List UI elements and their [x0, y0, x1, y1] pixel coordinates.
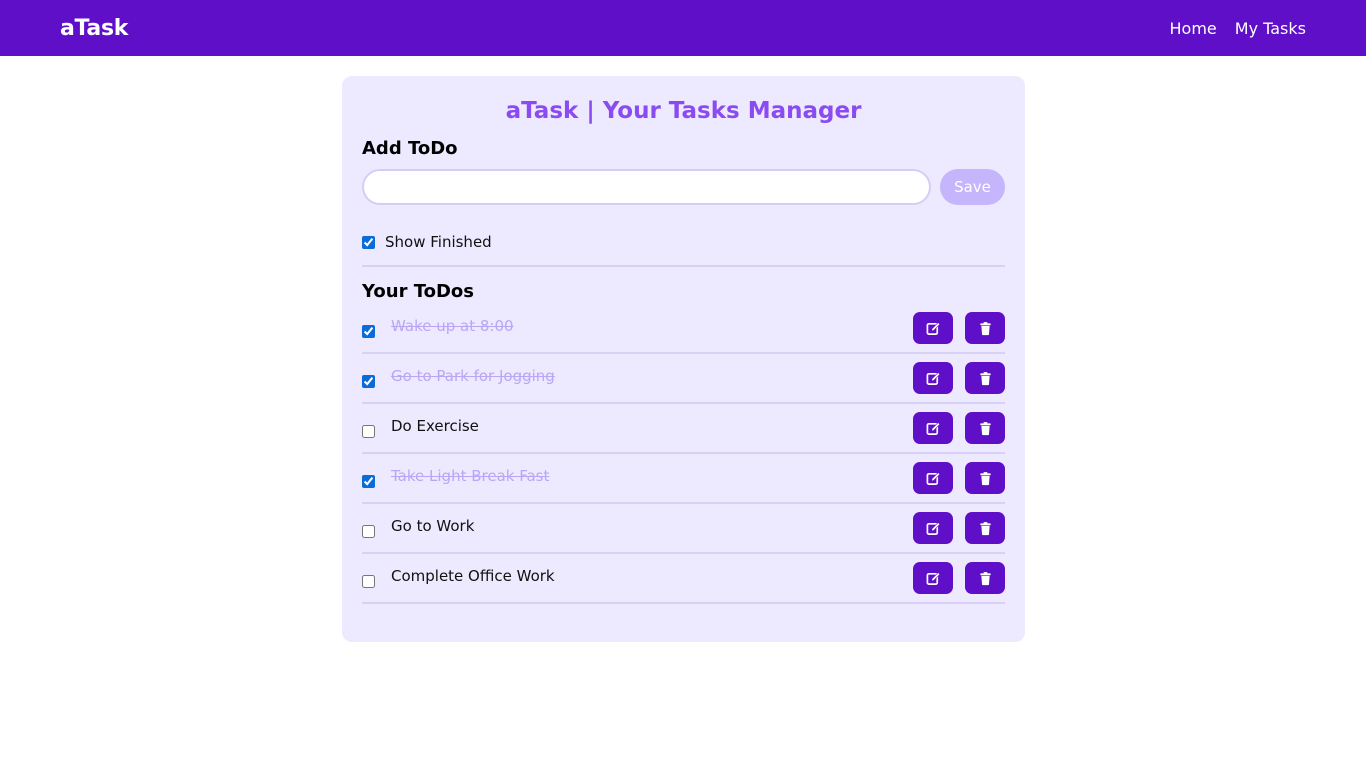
todo-text: Wake up at 8:00 [391, 317, 514, 335]
save-button[interactable]: Save [940, 169, 1005, 205]
todo-card: aTask | Your Tasks Manager Add ToDo Save… [342, 76, 1025, 642]
edit-icon [926, 371, 940, 385]
add-todo-row: Save [362, 169, 1005, 205]
show-finished-label[interactable]: Show Finished [385, 233, 492, 251]
todo-item: Complete Office Work [362, 554, 1005, 604]
nav-link-home[interactable]: Home [1170, 19, 1217, 38]
todo-actions [913, 462, 1005, 494]
edit-button[interactable] [913, 462, 953, 494]
delete-button[interactable] [965, 312, 1005, 344]
delete-button[interactable] [965, 462, 1005, 494]
todo-list: Wake up at 8:00 Go to Park for Jogging D… [362, 304, 1005, 604]
trash-icon [979, 471, 991, 485]
top-navbar: aTask Home My Tasks [0, 0, 1366, 56]
trash-icon [979, 521, 991, 535]
brand-logo[interactable]: aTask [60, 16, 128, 41]
add-todo-title: Add ToDo [362, 138, 458, 159]
todo-actions [913, 562, 1005, 594]
todo-actions [913, 512, 1005, 544]
todo-text: Take Light Break Fast [391, 467, 550, 485]
edit-icon [926, 571, 940, 585]
todo-checkbox[interactable] [362, 474, 375, 488]
show-finished-row: Show Finished [362, 231, 1005, 253]
delete-button[interactable] [965, 512, 1005, 544]
trash-icon [979, 371, 991, 385]
todo-input[interactable] [362, 169, 931, 205]
todo-item: Wake up at 8:00 [362, 304, 1005, 354]
edit-icon [926, 471, 940, 485]
delete-button[interactable] [965, 562, 1005, 594]
todo-actions [913, 362, 1005, 394]
trash-icon [979, 321, 991, 335]
edit-icon [926, 521, 940, 535]
edit-icon [926, 321, 940, 335]
delete-button[interactable] [965, 362, 1005, 394]
todo-checkbox[interactable] [362, 524, 375, 538]
todo-checkbox[interactable] [362, 574, 375, 588]
todo-text: Complete Office Work [391, 567, 555, 585]
todo-text: Go to Work [391, 517, 475, 535]
edit-button[interactable] [913, 562, 953, 594]
trash-icon [979, 571, 991, 585]
show-finished-checkbox[interactable] [362, 235, 375, 249]
edit-button[interactable] [913, 412, 953, 444]
todo-actions [913, 312, 1005, 344]
nav-link-my-tasks[interactable]: My Tasks [1235, 19, 1306, 38]
edit-button[interactable] [913, 512, 953, 544]
todo-actions [913, 412, 1005, 444]
edit-button[interactable] [913, 362, 953, 394]
todo-checkbox[interactable] [362, 374, 375, 388]
todo-item: Take Light Break Fast [362, 454, 1005, 504]
page-title: aTask | Your Tasks Manager [505, 98, 862, 124]
todo-item: Go to Work [362, 504, 1005, 554]
nav-links: Home My Tasks [1170, 19, 1306, 38]
todo-item: Do Exercise [362, 404, 1005, 454]
delete-button[interactable] [965, 412, 1005, 444]
edit-button[interactable] [913, 312, 953, 344]
edit-icon [926, 421, 940, 435]
todo-text: Do Exercise [391, 417, 479, 435]
todo-item: Go to Park for Jogging [362, 354, 1005, 404]
divider [362, 265, 1005, 267]
todo-checkbox[interactable] [362, 324, 375, 338]
your-todos-title: Your ToDos [362, 281, 474, 302]
todo-text: Go to Park for Jogging [391, 367, 555, 385]
trash-icon [979, 421, 991, 435]
todo-checkbox[interactable] [362, 424, 375, 438]
